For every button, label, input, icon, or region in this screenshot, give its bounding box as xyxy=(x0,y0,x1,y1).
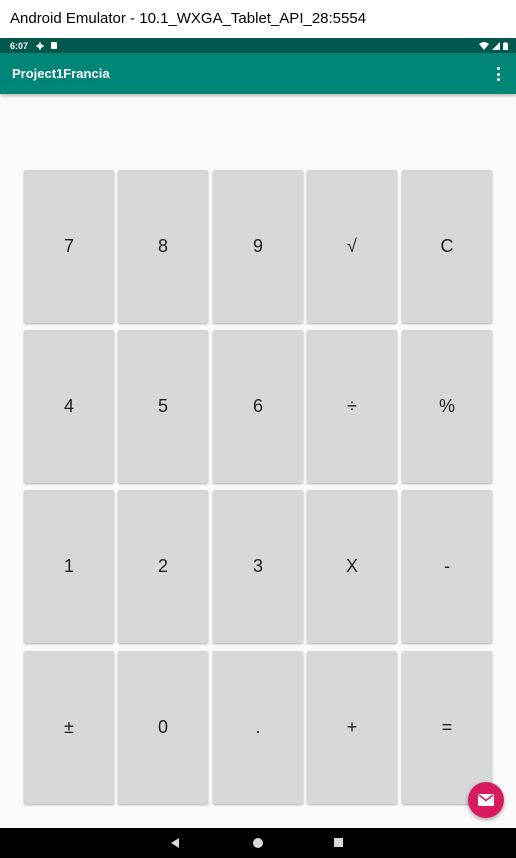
calc-key-button[interactable]: 6 xyxy=(213,330,303,483)
calc-key-button[interactable]: √ xyxy=(307,170,397,323)
calc-key-button[interactable]: ÷ xyxy=(307,330,397,483)
email-fab-button[interactable] xyxy=(468,782,504,818)
recents-icon[interactable] xyxy=(334,838,343,847)
calc-key-button[interactable]: + xyxy=(307,651,397,804)
app-bar: Project1Francia xyxy=(0,53,516,94)
calc-key-button[interactable]: ± xyxy=(24,651,114,804)
device-screen: 7 8 9 √ C 4 5 6 ÷% 1 2 3 X - ±0. + = 6:07 Project1Franci… xyxy=(0,38,516,858)
calc-key-button[interactable]: - xyxy=(402,490,492,643)
gear-icon xyxy=(36,41,45,50)
calc-key-button[interactable]: 3 xyxy=(213,490,303,643)
status-icons-right xyxy=(479,41,508,50)
calc-key-button[interactable]: 9 xyxy=(213,170,303,323)
window-title: Android Emulator - 10.1_WXGA_Tablet_API_… xyxy=(0,0,516,38)
calc-key-button[interactable]: 4 xyxy=(24,330,114,483)
calc-key-button[interactable]: X xyxy=(307,490,397,643)
more-vert-icon[interactable] xyxy=(496,67,500,81)
calculator-keypad: 7 8 9 √ C 4 5 6 ÷% 1 2 3 X - ±0. + = xyxy=(0,38,516,858)
calc-key-button[interactable]: . xyxy=(213,651,303,804)
calc-key-button[interactable]: % xyxy=(402,330,492,483)
calc-key-button[interactable]: = xyxy=(402,651,492,804)
email-icon xyxy=(478,794,494,806)
battery-icon xyxy=(503,41,508,50)
calc-key-button[interactable]: 1 xyxy=(24,490,114,643)
calc-key-button[interactable]: 2 xyxy=(118,490,208,643)
calc-key-button[interactable]: C xyxy=(402,170,492,323)
cell-signal-icon xyxy=(492,41,500,50)
navigation-bar xyxy=(0,828,516,858)
home-icon[interactable] xyxy=(253,838,263,848)
sd-card-icon xyxy=(51,42,58,49)
app-title: Project1Francia xyxy=(12,66,110,81)
calc-key-button[interactable]: 7 xyxy=(24,170,114,323)
calc-key-button[interactable]: 5 xyxy=(118,330,208,483)
wifi-icon xyxy=(479,41,489,50)
status-time: 6:07 xyxy=(10,40,29,51)
back-icon[interactable] xyxy=(170,838,180,848)
calc-key-button[interactable]: 0 xyxy=(118,651,208,804)
status-bar: 6:07 xyxy=(0,38,516,53)
calc-key-button[interactable]: 8 xyxy=(118,170,208,323)
